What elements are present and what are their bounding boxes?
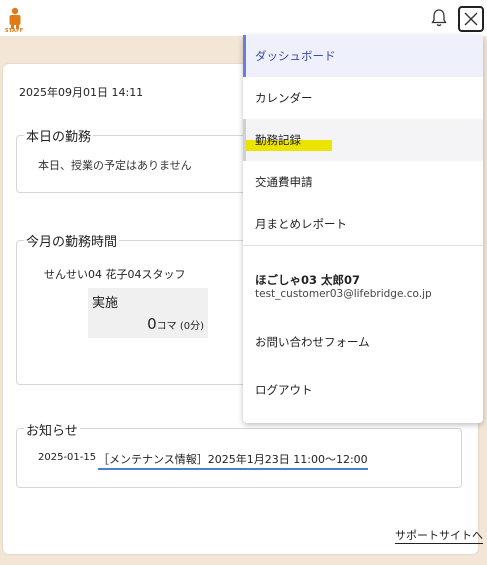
menu-item-transport-expense[interactable]: 交通費申請	[243, 161, 483, 203]
menu-item-dashboard[interactable]: ダッシュボード	[243, 35, 483, 77]
logo-text: STAFF	[5, 28, 24, 34]
menu-item-monthly-report[interactable]: 月まとめレポート	[243, 203, 483, 245]
menu-divider	[243, 245, 483, 246]
conducted-unit: コマ	[156, 321, 177, 332]
news-item-date: 2025-01-15	[38, 452, 97, 463]
conducted-value: 0コマ (0分)	[147, 315, 204, 333]
current-datetime: 2025年09月01日 14:11	[19, 86, 144, 99]
monthly-hours-title: 今月の勤務時間	[24, 231, 120, 250]
conducted-count: 0	[147, 315, 157, 333]
app-header: STAFF	[0, 0, 487, 36]
user-email: test_customer03@lifebridge.co.jp	[255, 288, 432, 300]
close-icon	[464, 12, 478, 26]
bell-icon[interactable]	[430, 8, 448, 28]
staff-logo[interactable]: STAFF	[5, 6, 25, 34]
menu-item-work-record-label: 勤務記録	[255, 133, 301, 147]
close-menu-button[interactable]	[458, 6, 484, 32]
menu-item-work-record[interactable]: 勤務記録	[243, 119, 483, 161]
today-work-message: 本日、授業の予定はありません	[38, 159, 192, 172]
menu-item-contact-form[interactable]: お問い合わせフォーム	[243, 321, 483, 363]
menu-item-logout[interactable]: ログアウト	[243, 369, 483, 411]
conducted-summary: 実施 0コマ (0分)	[88, 288, 208, 338]
news-item-link[interactable]: ［メンテナンス情報］2025年1月23日 11:00～12:00	[98, 451, 368, 470]
news-title: お知らせ	[24, 420, 80, 439]
support-site-link[interactable]: サポートサイトへ	[395, 527, 483, 544]
conducted-label: 実施	[92, 296, 119, 311]
today-work-title: 本日の勤務	[24, 126, 94, 145]
staff-name: せんせい04 花子04スタッフ	[44, 268, 186, 281]
menu-item-calendar[interactable]: カレンダー	[243, 77, 483, 119]
user-dropdown-menu: ダッシュボード カレンダー 勤務記録 交通費申請 月まとめレポート ほごしゃ03…	[243, 35, 483, 423]
user-name: ほごしゃ03 太郎07	[255, 273, 361, 287]
conducted-minutes: (0分)	[179, 321, 204, 332]
